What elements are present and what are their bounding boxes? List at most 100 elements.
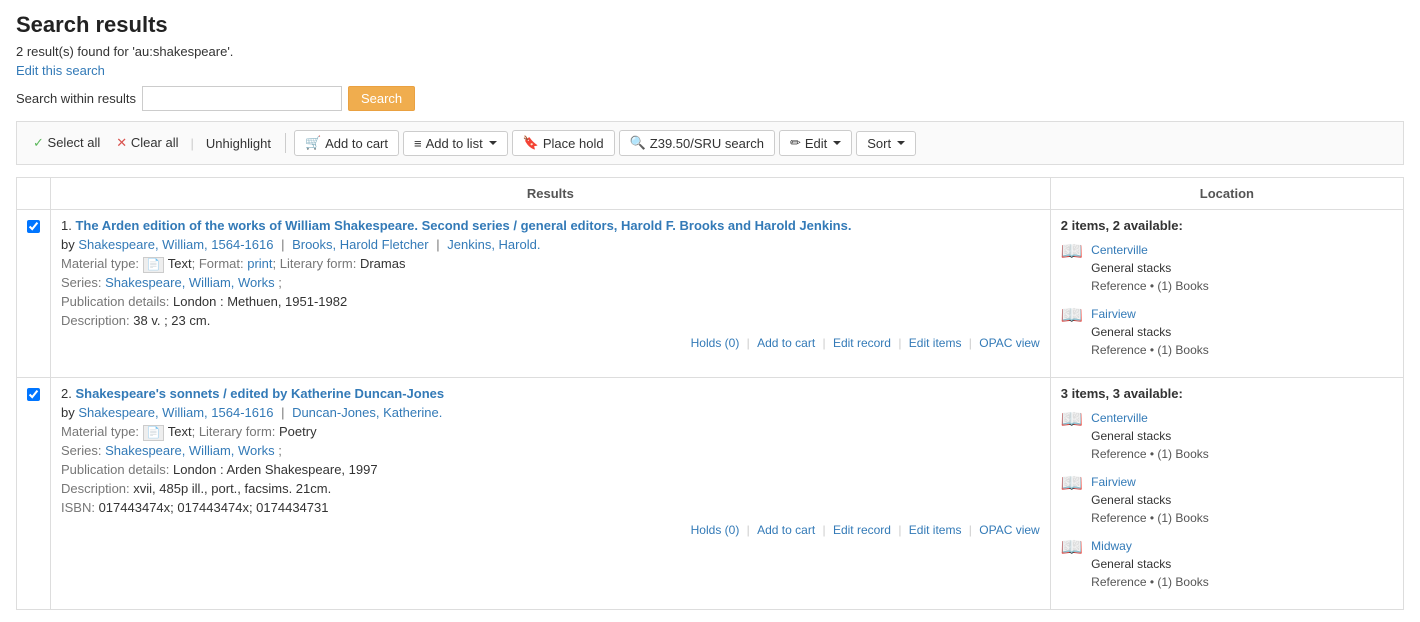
location-item-2-3: 📖 Midway General stacksReference • (1) Boo… [1061, 537, 1393, 591]
edit-items-link[interactable]: Edit items [909, 523, 962, 537]
add-to-cart-link[interactable]: Add to cart [757, 523, 815, 537]
toolbar: ✓ Select all ✕ Clear all | Unhighlight 🛒… [16, 121, 1404, 165]
search-within-input[interactable] [142, 86, 342, 111]
result-content-1: 1. The Arden edition of the works of Wil… [51, 210, 1051, 378]
table-row: 2. Shakespeare's sonnets / edited by Kat… [17, 378, 1404, 610]
location-details-2-2: Fairview General stacksReference • (1) Bo… [1091, 473, 1209, 527]
author-link-1-3[interactable]: Jenkins, Harold. [447, 237, 540, 252]
location-name-link-2-3[interactable]: Midway [1091, 539, 1132, 553]
search-within-button[interactable]: Search [348, 86, 415, 111]
book-icon: 📖 [1061, 473, 1083, 494]
location-item-2-1: 📖CentervilleGeneral stacksReference • (1… [1061, 409, 1393, 463]
result-checkbox-cell-1 [17, 210, 51, 378]
opac-view-link[interactable]: OPAC view [979, 523, 1039, 537]
unhighlight-button[interactable]: Unhighlight [200, 132, 277, 155]
result-title-1[interactable]: The Arden edition of the works of Willia… [75, 218, 851, 233]
location-name-link-1-1[interactable]: Centerville [1091, 243, 1148, 257]
opac-view-link[interactable]: OPAC view [979, 336, 1039, 350]
result-actions-1: Holds (0) | Add to cart | Edit record | … [61, 336, 1040, 350]
check-icon: ✓ [33, 135, 44, 150]
z3950-search-button[interactable]: 🔍 Z39.50/SRU search [619, 130, 775, 156]
holds-link[interactable]: Holds (0) [691, 336, 740, 350]
location-ref-1-2: Reference • (1) Books [1091, 341, 1209, 359]
result-checkbox-2[interactable] [27, 388, 40, 401]
sort-dropdown[interactable]: Sort [856, 131, 916, 156]
holds-link[interactable]: Holds (0) [691, 523, 740, 537]
location-stacks-2-3: General stacks [1091, 555, 1209, 573]
edit-record-link[interactable]: Edit record [833, 336, 891, 350]
page-title: Search results [16, 12, 1404, 38]
author-link-1-2[interactable]: Brooks, Harold Fletcher [292, 237, 429, 252]
result-actions-2: Holds (0) | Add to cart | Edit record | … [61, 523, 1040, 537]
location-details-1-2: Fairview General stacksReference • (1) Bo… [1091, 305, 1209, 359]
book-icon: 📖 [1061, 537, 1083, 558]
result-count: 2 result(s) found for 'au:shakespeare'. [16, 44, 1404, 59]
book-icon: 📖 [1061, 305, 1083, 326]
add-to-cart-link[interactable]: Add to cart [757, 336, 815, 350]
col-header-results: Results [51, 178, 1051, 210]
location-name-link-1-2[interactable]: Fairview [1091, 307, 1136, 321]
location-stacks-1-2: General stacks [1091, 323, 1209, 341]
author-link-2-1[interactable]: Shakespeare, William, 1564-1616 [78, 405, 273, 420]
result-checkbox-1[interactable] [27, 220, 40, 233]
book-icon: 📖 [1061, 241, 1083, 262]
series-link[interactable]: Shakespeare, William, Works [105, 275, 275, 290]
col-header-location: Location [1050, 178, 1403, 210]
cart-icon: 🛒 [305, 135, 321, 151]
author-link-2-2[interactable]: Duncan-Jones, Katherine. [292, 405, 442, 420]
search-icon: 🔍 [630, 135, 646, 151]
location-name-link-2-2[interactable]: Fairview [1091, 475, 1136, 489]
location-summary-1: 2 items, 2 available: [1061, 218, 1393, 233]
result-description-2: Description: xvii, 485p ill., port., fac… [61, 481, 1040, 496]
author-separator: | [277, 237, 288, 252]
result-location-1: 2 items, 2 available: 📖 Centerville General… [1050, 210, 1403, 378]
dropdown-caret [489, 141, 497, 145]
pencil-icon: ✏ [790, 135, 801, 151]
result-number-2: 2. [61, 386, 75, 401]
clear-all-button[interactable]: ✕ Clear all [110, 131, 184, 155]
toolbar-divider: | [191, 136, 194, 151]
location-details-2-1: CentervilleGeneral stacksReference • (1)… [1091, 409, 1209, 463]
location-item-1-1: 📖CentervilleGeneral stacksReference • (1… [1061, 241, 1393, 295]
location-details-2-3: Midway General stacksReference • (1) Book… [1091, 537, 1209, 591]
location-item-2-2: 📖 Fairview General stacksReference • (1) B… [1061, 473, 1393, 527]
author-link-1-1[interactable]: Shakespeare, William, 1564-1616 [78, 237, 273, 252]
result-checkbox-cell-2 [17, 378, 51, 610]
location-ref-2-3: Reference • (1) Books [1091, 573, 1209, 591]
result-publication-1: Publication details: London : Methuen, 1… [61, 294, 1040, 309]
series-link[interactable]: Shakespeare, William, Works [105, 443, 275, 458]
col-header-checkbox [17, 178, 51, 210]
location-name-link-2-1[interactable]: Centerville [1091, 411, 1148, 425]
add-to-list-dropdown[interactable]: ≡ Add to list [403, 131, 508, 156]
location-stacks-2-1: General stacks [1091, 427, 1209, 445]
format-link[interactable]: print [247, 256, 272, 271]
results-table: Results Location 1. The Arden edition of… [16, 177, 1404, 610]
location-details-1-1: CentervilleGeneral stacksReference • (1)… [1091, 241, 1209, 295]
search-within-label: Search within results [16, 91, 136, 106]
location-ref-2-2: Reference • (1) Books [1091, 509, 1209, 527]
select-all-button[interactable]: ✓ Select all [27, 131, 106, 155]
result-description-1: Description: 38 v. ; 23 cm. [61, 313, 1040, 328]
location-item-1-2: 📖 Fairview General stacksReference • (1) B… [1061, 305, 1393, 359]
sort-caret [897, 141, 905, 145]
result-authors-1: by Shakespeare, William, 1564-1616 | Bro… [61, 237, 1040, 252]
add-to-cart-button[interactable]: 🛒 Add to cart [294, 130, 399, 156]
result-title-2[interactable]: Shakespeare's sonnets / edited by Kather… [75, 386, 444, 401]
place-hold-button[interactable]: 🔖 Place hold [512, 130, 615, 156]
edit-caret [833, 141, 841, 145]
result-isbn-2: ISBN: 017443474x; 017443474x; 0174434731 [61, 500, 1040, 515]
edit-search-link[interactable]: Edit this search [16, 63, 105, 78]
location-stacks-2-2: General stacks [1091, 491, 1209, 509]
location-stacks-1-1: General stacks [1091, 259, 1209, 277]
result-meta-type-2: Material type: 📄 Text; Literary form: Po… [61, 424, 1040, 439]
edit-dropdown[interactable]: ✏ Edit [779, 130, 852, 156]
search-within-row: Search within results Search [16, 86, 1404, 111]
author-separator: | [433, 237, 444, 252]
book-icon: 📖 [1061, 409, 1083, 430]
result-location-2: 3 items, 3 available:📖CentervilleGeneral… [1050, 378, 1403, 610]
table-row: 1. The Arden edition of the works of Wil… [17, 210, 1404, 378]
edit-record-link[interactable]: Edit record [833, 523, 891, 537]
result-series-1: Series: Shakespeare, William, Works ; [61, 275, 1040, 290]
result-meta-type-1: Material type: 📄 Text; Format: print; Li… [61, 256, 1040, 271]
edit-items-link[interactable]: Edit items [909, 336, 962, 350]
